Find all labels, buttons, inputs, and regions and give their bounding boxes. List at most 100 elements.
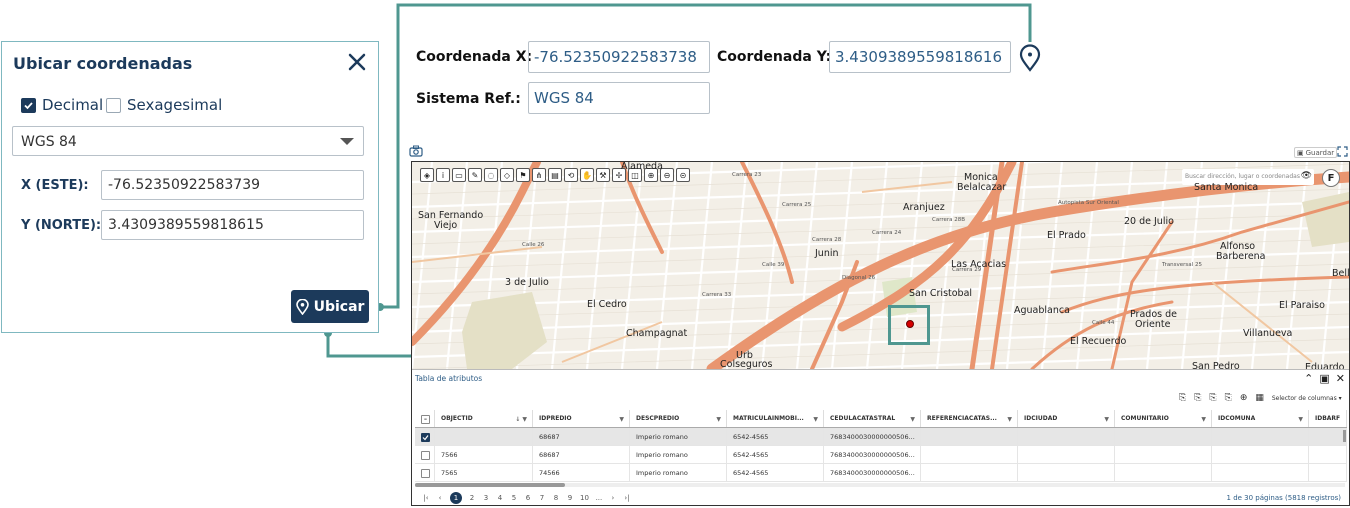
page-number[interactable]: 1 <box>450 492 462 504</box>
close-icon[interactable]: ✕ <box>1336 372 1345 385</box>
column-header-label: IDCOMUNA <box>1218 415 1256 422</box>
table-cell: 6542-4565 <box>727 428 824 445</box>
layers-icon[interactable]: ◈ <box>420 168 434 182</box>
page-number[interactable]: 7 <box>538 494 546 502</box>
table-cell: 7565 <box>435 464 533 481</box>
camera-icon[interactable] <box>409 145 423 157</box>
coord-y-label: Coordenada Y: <box>717 49 832 65</box>
coord-x-input[interactable]: -76.52350922583738 <box>528 41 710 73</box>
location-pin-icon[interactable] <box>1018 44 1042 72</box>
tools-icon[interactable]: ⚒ <box>596 168 610 182</box>
column-header[interactable]: DESCPREDIO ▼ <box>630 410 727 427</box>
network-icon[interactable]: ⋔ <box>532 168 546 182</box>
decimal-checkbox[interactable] <box>21 97 36 113</box>
export-csv-icon[interactable]: ⎘ <box>1194 393 1201 403</box>
pencil-icon[interactable]: ✎ <box>468 168 482 182</box>
located-point-marker[interactable] <box>906 320 914 328</box>
page-number[interactable]: 4 <box>496 494 504 502</box>
copy-icon[interactable]: ⎘ <box>1225 393 1232 403</box>
sexagesimal-checkbox[interactable] <box>106 97 121 113</box>
map-canvas[interactable]: ◈ i ▭ ✎ ◌ ◇ ⚑ ⋔ ▤ ⟲ ✋ ⚒ ✢ ◫ ⊕ ⊖ ⊝ Buscar… <box>412 162 1349 369</box>
vertical-scrollbar[interactable] <box>1343 430 1346 442</box>
row-checkbox[interactable] <box>421 433 430 442</box>
column-header[interactable]: OBJECTID ↓ ▼ <box>435 410 533 427</box>
row-checkbox[interactable] <box>421 469 430 478</box>
crs-select[interactable]: WGS 84 <box>12 126 364 156</box>
locate-button[interactable]: Ubicar <box>291 290 369 323</box>
column-filter-icon[interactable]: ▼ <box>813 416 818 423</box>
export-icon[interactable]: ⎘ <box>1179 393 1186 403</box>
column-filter-icon[interactable]: ▼ <box>1298 416 1303 423</box>
page-number[interactable]: ... <box>595 494 603 502</box>
column-header[interactable]: MATRICULAINMOBI... ▼ <box>727 410 824 427</box>
column-filter-icon[interactable]: ▼ <box>1104 416 1109 423</box>
column-header[interactable]: IDCOMUNA ▼ <box>1212 410 1309 427</box>
page-number[interactable]: 3 <box>482 494 490 502</box>
page-number[interactable]: 9 <box>566 494 574 502</box>
horizontal-scrollbar[interactable] <box>415 483 1345 487</box>
sexagesimal-option[interactable]: Sexagesimal <box>106 95 222 115</box>
page-number[interactable]: 8 <box>552 494 560 502</box>
column-header[interactable]: CEDULACATASTRAL ▼ <box>824 410 921 427</box>
columns-icon[interactable]: ▦ <box>1255 393 1264 403</box>
decimal-option[interactable]: Decimal <box>21 95 103 115</box>
eye-icon[interactable]: 👁 <box>1301 171 1312 181</box>
flag-icon[interactable]: ⚑ <box>516 168 530 182</box>
info-icon[interactable]: i <box>436 168 450 182</box>
maximize-icon[interactable]: ▣ <box>1319 372 1329 385</box>
last-page-icon[interactable]: ›| <box>623 494 631 502</box>
map-place-label: Aguablanca <box>1014 305 1070 316</box>
close-icon[interactable] <box>345 50 369 74</box>
chevron-up-icon[interactable]: ⌃ <box>1304 372 1313 385</box>
bus-icon[interactable]: ▤ <box>548 168 562 182</box>
map-street-label: Calle 44 <box>1092 320 1115 326</box>
column-filter-icon[interactable]: ▼ <box>910 416 915 423</box>
row-checkbox[interactable] <box>421 451 430 460</box>
column-filter-icon[interactable]: ▼ <box>1007 416 1012 423</box>
column-header[interactable]: IDCIUDAD ▼ <box>1018 410 1115 427</box>
reference-system-input[interactable]: WGS 84 <box>528 82 710 114</box>
column-filter-icon[interactable]: ▼ <box>716 416 721 423</box>
eraser-icon[interactable]: ◇ <box>500 168 514 182</box>
page-number[interactable]: 6 <box>524 494 532 502</box>
export-pdf-icon[interactable]: ⎘ <box>1209 393 1216 403</box>
column-selector-button[interactable]: Selector de columnas ▾ <box>1272 395 1342 402</box>
page-number[interactable]: 10 <box>580 494 589 502</box>
column-filter-icon[interactable]: ↓ ▼ <box>515 416 527 423</box>
measure-icon[interactable]: ▭ <box>452 168 466 182</box>
first-page-icon[interactable]: |‹ <box>422 494 430 502</box>
table-row[interactable]: 68687 Imperio romano 6542-4565 768340003000… <box>415 428 1347 446</box>
column-filter-icon[interactable]: ▼ <box>619 416 624 423</box>
comment-icon[interactable]: ◌ <box>484 168 498 182</box>
column-header[interactable]: IDPREDIO ▼ <box>533 410 630 427</box>
column-header[interactable]: IDBARF <box>1309 410 1347 427</box>
page-number[interactable]: 5 <box>510 494 518 502</box>
map-place-label: Viejo <box>434 220 458 231</box>
select-all-checkbox[interactable]: – <box>421 415 430 424</box>
map-place-label: Champagnat <box>626 328 688 339</box>
y-north-label: Y (NORTE): <box>21 218 102 233</box>
table-row[interactable]: 7565 74566 Imperio romano 6542-4565 76834000… <box>415 464 1347 482</box>
y-north-input[interactable]: 3.4309389559818615 <box>101 210 364 240</box>
expand-icon[interactable] <box>1337 146 1348 157</box>
save-button[interactable]: ▣ Guardar <box>1294 147 1338 158</box>
next-page-icon[interactable]: › <box>609 494 617 502</box>
table-cell <box>1115 446 1212 463</box>
x-east-input[interactable]: -76.52350922583739 <box>101 170 364 200</box>
route-icon[interactable]: ⟲ <box>564 168 578 182</box>
row-checkbox-cell <box>415 446 435 463</box>
page-number[interactable]: 2 <box>468 494 476 502</box>
scrollbar-thumb[interactable] <box>415 483 565 487</box>
coord-y-input[interactable]: 3.4309389559818616 <box>829 41 1011 73</box>
map-street-label: Carrera 33 <box>702 292 732 298</box>
column-header[interactable]: REFERENCIACATAS... ▼ <box>921 410 1018 427</box>
map-f-button[interactable]: F <box>1322 169 1340 187</box>
prev-page-icon[interactable]: ‹ <box>436 494 444 502</box>
table-cell <box>435 428 533 445</box>
zoom-to-icon[interactable]: ⊕ <box>1240 393 1248 403</box>
column-header[interactable]: COMUNITARIO ▼ <box>1115 410 1212 427</box>
column-filter-icon[interactable]: ▼ <box>1201 416 1206 423</box>
hand-icon[interactable]: ✋ <box>580 168 594 182</box>
table-row[interactable]: 7566 68687 Imperio romano 6542-4565 76834000… <box>415 446 1347 464</box>
zoom-extent-icon[interactable]: ⊝ <box>676 168 690 182</box>
